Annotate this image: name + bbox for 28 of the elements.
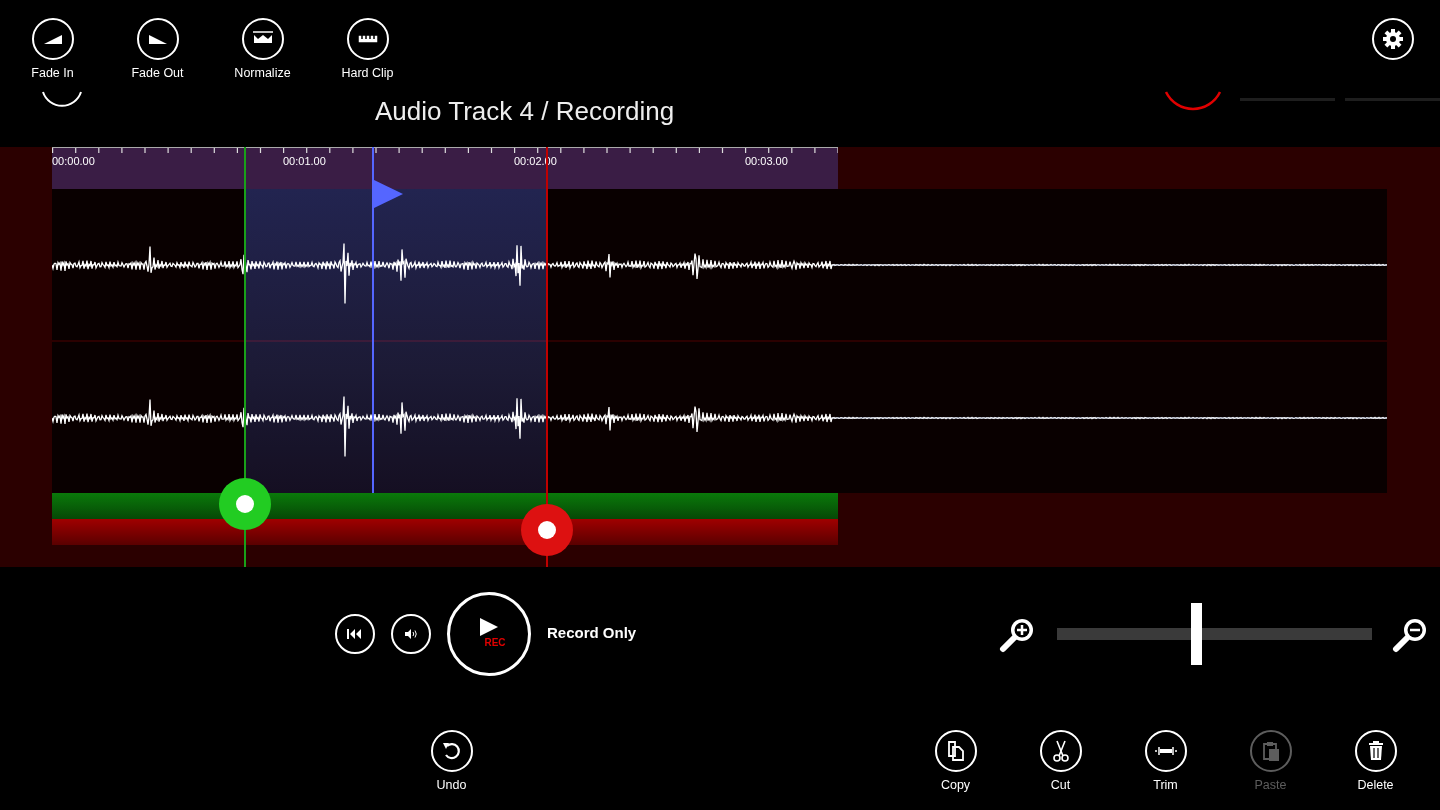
undo-button[interactable]: Undo bbox=[399, 730, 504, 810]
mode-label: Record Only bbox=[547, 623, 637, 644]
trim-button[interactable]: Trim bbox=[1113, 730, 1218, 810]
settings-icon bbox=[1382, 28, 1404, 50]
speaker-icon bbox=[405, 628, 417, 639]
time-label: 00:03.00 bbox=[745, 154, 788, 169]
delete-button[interactable]: Delete bbox=[1323, 730, 1428, 810]
volume-button[interactable] bbox=[391, 613, 431, 654]
arc-icon bbox=[41, 90, 83, 108]
arc-icon bbox=[1164, 90, 1222, 112]
fade-out-button[interactable]: Fade Out bbox=[105, 18, 210, 90]
time-label: 00:00.00 bbox=[52, 154, 95, 169]
hard-clip-button[interactable]: Hard Clip bbox=[315, 18, 420, 90]
normalize-button[interactable]: Normalize bbox=[210, 18, 315, 90]
fade-in-button[interactable]: Fade In bbox=[0, 18, 105, 90]
trim-icon bbox=[1154, 747, 1177, 755]
play-record-button[interactable]: REC bbox=[447, 591, 531, 676]
play-icon bbox=[479, 617, 499, 637]
ramp-down-icon bbox=[148, 34, 167, 44]
time-label: 00:01.00 bbox=[283, 154, 326, 169]
copy-button[interactable]: Copy bbox=[903, 730, 1008, 810]
ramp-up-icon bbox=[43, 34, 62, 44]
skip-back-button[interactable] bbox=[335, 613, 375, 654]
track-title: Audio Track 4 / Recording bbox=[375, 95, 675, 128]
slider-thumb[interactable] bbox=[1190, 602, 1202, 665]
skip-back-icon bbox=[347, 628, 363, 639]
playhead-flag-icon[interactable] bbox=[371, 179, 404, 209]
cut-button[interactable]: Cut bbox=[1008, 730, 1113, 810]
